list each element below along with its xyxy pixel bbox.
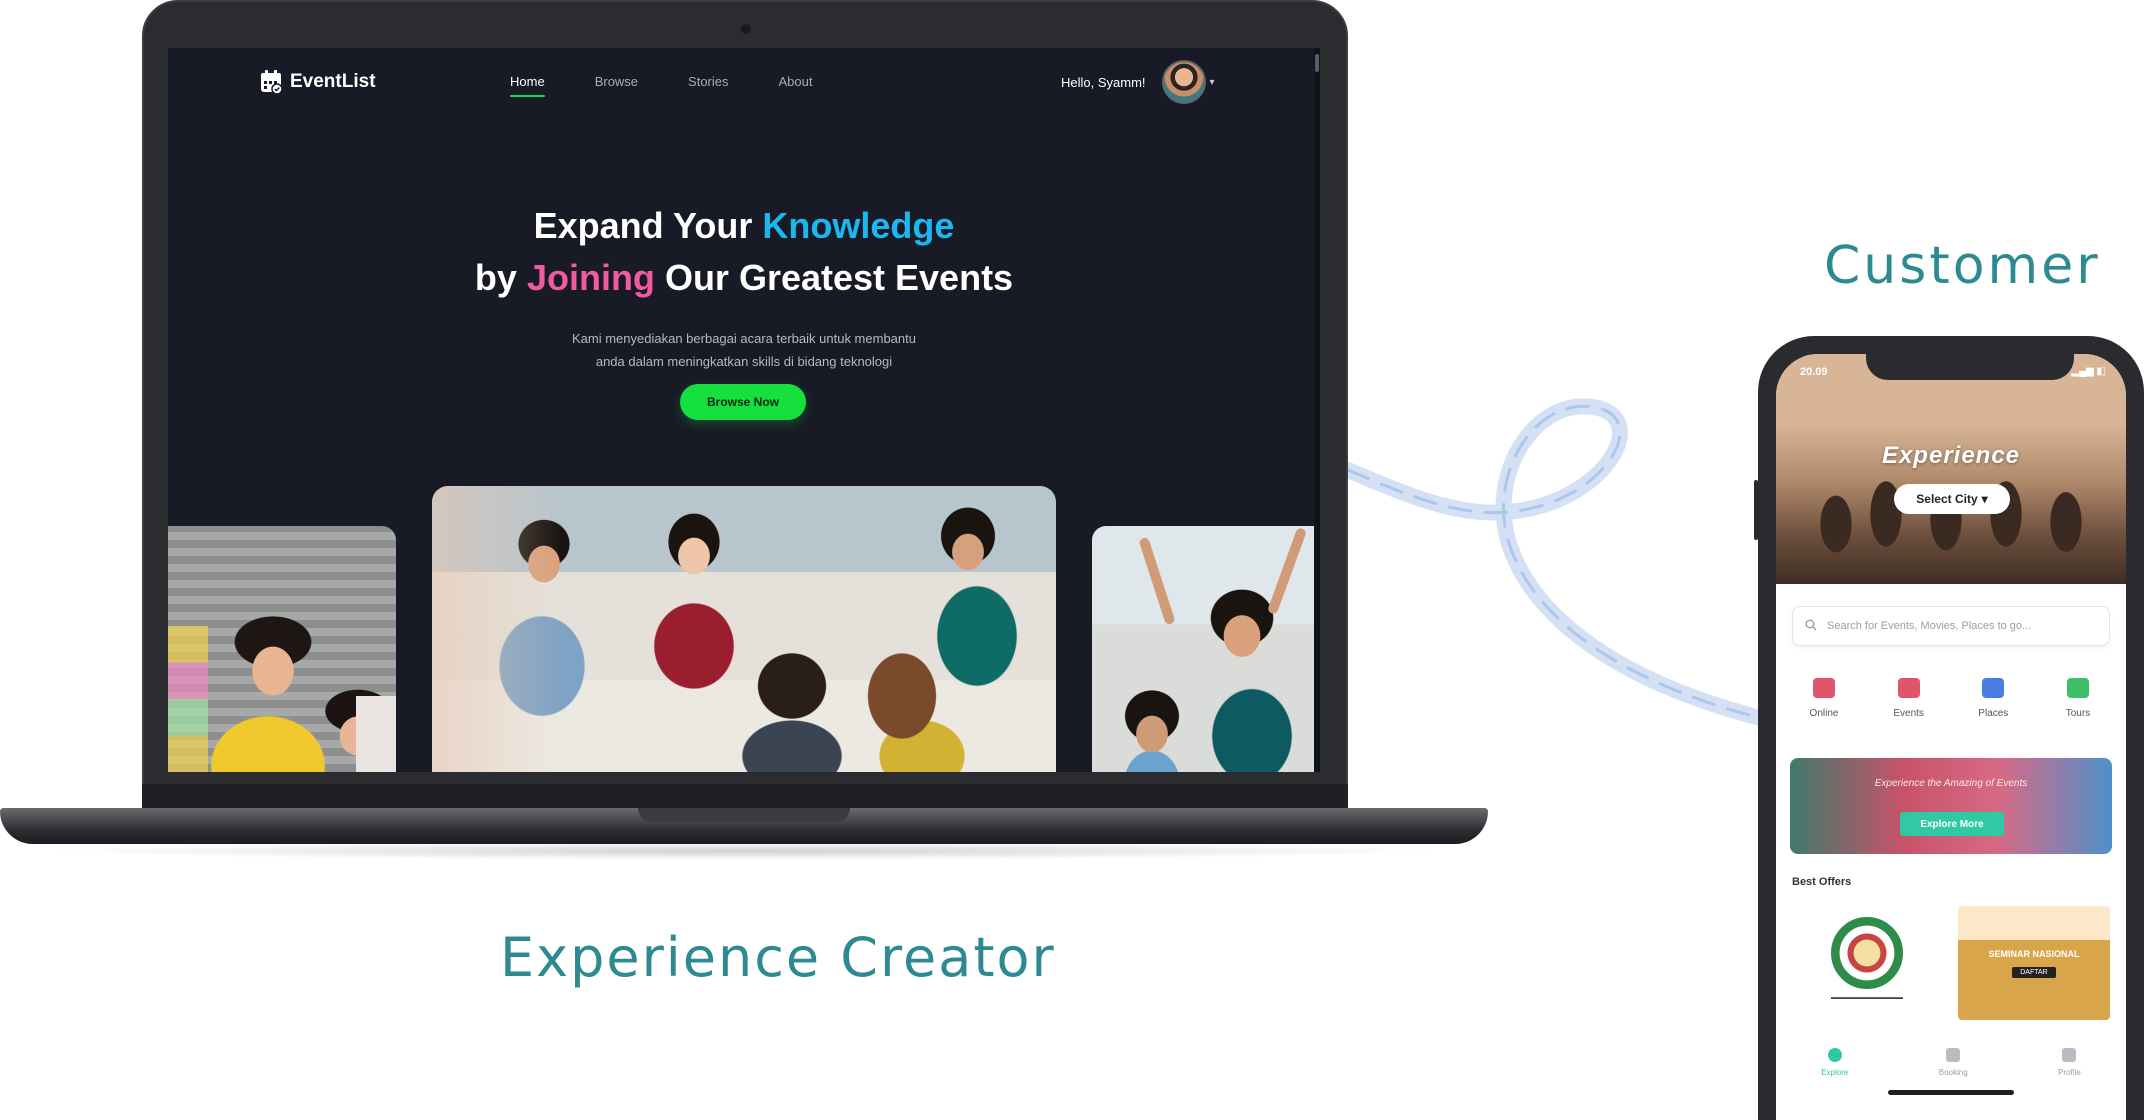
category-tours[interactable]: Tours — [2046, 678, 2110, 719]
hero-subtitle-line-2: anda dalam meningkatkan skills di bidang… — [595, 354, 893, 369]
laptop-camera — [741, 24, 751, 34]
organization-logo — [1831, 917, 1903, 989]
building-icon — [1982, 678, 2005, 698]
best-offers-heading: Best Offers — [1792, 876, 1852, 888]
laptop-screen: EventList Home Browse Stories About Hell… — [168, 48, 1320, 772]
showcase-stage: EventList Home Browse Stories About Hell… — [0, 0, 2144, 1120]
brand-logo[interactable]: EventList — [260, 70, 376, 94]
hero-title-line-1: Expand Your Knowledge — [168, 200, 1320, 252]
offer-title: SEMINAR NASIONAL — [1988, 948, 2080, 959]
category-label: Online — [1809, 708, 1839, 719]
offer-card[interactable]: ▬▬▬▬▬▬▬▬▬▬▬▬ — [1792, 904, 1942, 1014]
offer-card[interactable]: SEMINAR NASIONAL DAFTAR — [1958, 906, 2110, 1020]
chevron-down-icon[interactable]: ▾ — [1210, 77, 1215, 88]
calendar-icon — [260, 70, 282, 94]
hero-title-text: Expand Your — [533, 205, 763, 246]
map-pin-icon — [2066, 678, 2089, 698]
experience-creator-label: Experience Creator — [500, 926, 1056, 989]
browse-now-button[interactable]: Browse Now — [680, 384, 806, 420]
promo-banner[interactable]: Experience the Amazing of Events Explore… — [1790, 758, 2112, 854]
category-events[interactable]: Events — [1877, 678, 1941, 719]
banner-text: Experience the Amazing of Events — [1874, 778, 2028, 789]
user-greeting: Hello, Syamm! — [1061, 74, 1146, 90]
search-input[interactable]: Search for Events, Movies, Places to go.… — [1792, 606, 2110, 646]
hero-title-text: Our Greatest Events — [654, 257, 1014, 298]
scrollbar-thumb[interactable] — [1315, 54, 1319, 72]
connector-loop — [1348, 398, 1768, 728]
tab-label: Profile — [2058, 1068, 2081, 1077]
explore-more-button[interactable]: Explore More — [1900, 812, 2004, 836]
event-photo-left — [168, 526, 396, 772]
laptop-notch — [638, 808, 850, 822]
tab-profile[interactable]: Profile — [2058, 1048, 2081, 1077]
select-city-button[interactable]: Select City ▾ — [1894, 484, 2010, 514]
status-time: 20.09 — [1800, 366, 1828, 378]
search-icon — [1805, 619, 1817, 634]
phone-screen: 20.09 ▂▄▆ ◧ Experience Select City ▾ Sea… — [1776, 354, 2126, 1120]
user-menu[interactable]: Hello, Syamm! ▾ — [1061, 60, 1215, 104]
tab-booking[interactable]: Booking — [1939, 1048, 1968, 1077]
select-city-label: Select City — [1916, 492, 1978, 506]
user-icon — [2062, 1048, 2077, 1062]
ticket-icon — [1946, 1048, 1961, 1062]
chevron-down-icon: ▾ — [1981, 492, 1988, 506]
hero-highlight-joining: Joining — [526, 257, 655, 298]
phone-notch — [1866, 350, 2074, 380]
hero-highlight-knowledge: Knowledge — [762, 205, 955, 246]
offer-caption: ▬▬▬▬▬▬▬▬▬▬▬▬ — [1831, 995, 1903, 1001]
nav-home[interactable]: Home — [510, 74, 545, 97]
category-label: Events — [1893, 708, 1924, 719]
event-photo-center — [432, 486, 1056, 772]
nav-browse[interactable]: Browse — [595, 74, 638, 97]
main-nav: Home Browse Stories About — [510, 74, 813, 97]
hero-subtitle-line-1: Kami menyediakan berbagai acara terbaik … — [572, 331, 916, 346]
category-label: Tours — [2065, 708, 2091, 719]
home-indicator — [1888, 1090, 2014, 1095]
experience-title: Experience — [1881, 442, 2021, 469]
tab-label: Explore — [1821, 1068, 1849, 1077]
category-label: Places — [1978, 708, 2009, 719]
laptop-shadow — [40, 842, 1450, 860]
offer-register-button[interactable]: DAFTAR — [2012, 966, 2056, 978]
category-places[interactable]: Places — [1961, 678, 2025, 719]
tab-label: Booking — [1938, 1068, 1968, 1077]
hero-title-text: by — [474, 257, 527, 298]
tab-explore[interactable]: Explore — [1821, 1048, 1848, 1077]
customer-label: Customer — [1824, 236, 2101, 296]
event-photo-right — [1092, 526, 1320, 772]
laptop-chin — [142, 784, 1348, 810]
brand-name: EventList — [290, 71, 376, 92]
status-icons: ▂▄▆ ◧ — [2071, 366, 2106, 377]
nav-stories[interactable]: Stories — [688, 74, 728, 97]
page-scrollbar[interactable] — [1314, 48, 1320, 772]
search-placeholder: Search for Events, Movies, Places to go.… — [1827, 620, 2032, 632]
category-list: Online Events Places Tours — [1792, 678, 2110, 719]
avatar[interactable] — [1161, 60, 1206, 104]
nav-about[interactable]: About — [779, 74, 813, 97]
monitor-icon — [1813, 678, 1835, 698]
category-online[interactable]: Online — [1792, 678, 1856, 719]
hero-title-line-2: by Joining Our Greatest Events — [168, 252, 1320, 304]
ticket-icon — [1897, 678, 1920, 698]
phone-side-button — [1754, 480, 1758, 540]
compass-icon — [1827, 1048, 1842, 1062]
